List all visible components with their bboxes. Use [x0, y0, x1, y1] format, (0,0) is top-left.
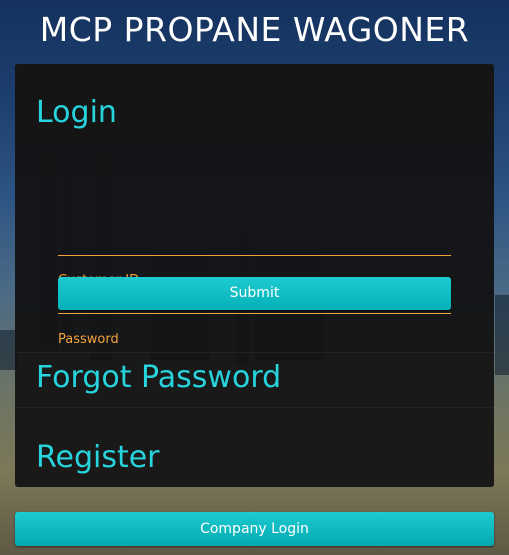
divider [15, 352, 494, 353]
password-underline [58, 313, 451, 314]
company-login-button[interactable]: Company Login [15, 512, 494, 546]
site-title: MCP PROPANE WAGONER [39, 10, 470, 49]
submit-button[interactable]: Submit [58, 277, 451, 310]
divider [15, 407, 494, 408]
password-label: Password [58, 332, 119, 347]
login-panel: Login Customer ID Password Submit Forgot… [15, 64, 494, 487]
customer-id-input[interactable] [58, 217, 451, 243]
customer-id-underline [58, 255, 451, 256]
forgot-password-link[interactable]: Forgot Password [36, 360, 281, 395]
login-heading[interactable]: Login [36, 95, 117, 130]
register-link[interactable]: Register [36, 440, 160, 475]
login-header: Login [15, 64, 494, 142]
login-form: Customer ID Password [15, 142, 494, 352]
